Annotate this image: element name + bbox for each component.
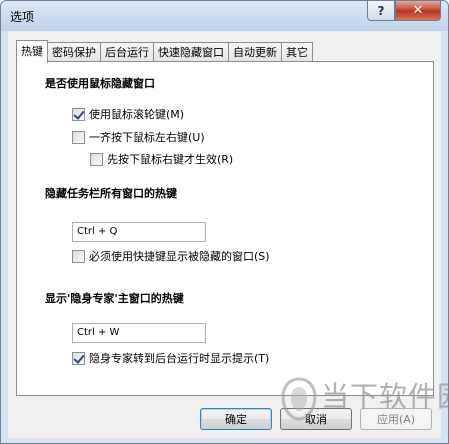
close-icon: ✕: [412, 3, 424, 18]
hotkeys-panel: 是否使用鼠标隐藏窗口 使用鼠标滚轮键(M) 一齐按下鼠标左右键(U) 先按下鼠标…: [16, 61, 434, 396]
close-button[interactable]: ✕: [395, 1, 441, 21]
require-hotkey-checkbox[interactable]: [72, 249, 85, 263]
require-hotkey-label: 必须使用快捷键显示被隐藏的窗口(S): [89, 250, 270, 263]
tab-quick-hide-window[interactable]: 快速隐藏窗口: [154, 42, 229, 62]
options-dialog: 选项 ? ✕ 热键 密码保护 后台运行 快速隐藏窗口 自动更新 其它 是否使用鼠…: [0, 0, 449, 444]
right-button-first-option[interactable]: 先按下鼠标右键才生效(R): [90, 151, 233, 167]
cancel-button[interactable]: 取消: [280, 408, 352, 430]
ok-button[interactable]: 确定: [200, 408, 272, 430]
tab-strip: 热键 密码保护 后台运行 快速隐藏窗口 自动更新 其它: [16, 40, 313, 63]
hide-taskbar-hotkey-title: 隐藏任务栏所有窗口的热键: [45, 187, 177, 200]
title-bar[interactable]: 选项 ? ✕: [1, 1, 448, 31]
window-title: 选项: [10, 10, 35, 24]
both-mouse-buttons-option[interactable]: 一齐按下鼠标左右键(U): [72, 129, 205, 145]
help-button[interactable]: ?: [367, 1, 395, 21]
show-main-window-hotkey-input[interactable]: Ctrl + W: [72, 323, 206, 343]
tab-other[interactable]: 其它: [282, 42, 313, 62]
right-button-first-label: 先按下鼠标右键才生效(R): [107, 153, 234, 166]
use-mouse-wheel-label: 使用鼠标滚轮键(M): [89, 108, 185, 121]
right-button-first-checkbox[interactable]: [90, 152, 103, 166]
tab-password-protection[interactable]: 密码保护: [48, 42, 101, 62]
dialog-client-area: 热键 密码保护 后台运行 快速隐藏窗口 自动更新 其它 是否使用鼠标隐藏窗口 使…: [8, 31, 441, 438]
help-icon: ?: [377, 3, 385, 18]
tab-background-run[interactable]: 后台运行: [101, 42, 154, 62]
apply-button[interactable]: 应用(A): [360, 408, 432, 430]
background-tip-checkbox[interactable]: [72, 351, 85, 365]
require-hotkey-option[interactable]: 必须使用快捷键显示被隐藏的窗口(S): [72, 248, 270, 264]
background-tip-label: 隐身专家转到后台运行时显示提示(T): [89, 352, 270, 365]
tab-hotkeys[interactable]: 热键: [16, 40, 48, 63]
mouse-hide-section-title: 是否使用鼠标隐藏窗口: [45, 77, 155, 90]
hide-taskbar-hotkey-input[interactable]: Ctrl + Q: [72, 222, 206, 242]
tab-auto-update[interactable]: 自动更新: [229, 42, 282, 62]
both-mouse-buttons-label: 一齐按下鼠标左右键(U): [89, 131, 205, 144]
use-mouse-wheel-option[interactable]: 使用鼠标滚轮键(M): [72, 106, 184, 122]
use-mouse-wheel-checkbox[interactable]: [72, 107, 85, 121]
both-mouse-buttons-checkbox[interactable]: [72, 130, 85, 144]
background-tip-option[interactable]: 隐身专家转到后台运行时显示提示(T): [72, 350, 269, 366]
show-main-window-hotkey-title: 显示'隐身专家'主窗口的热键: [45, 292, 184, 305]
